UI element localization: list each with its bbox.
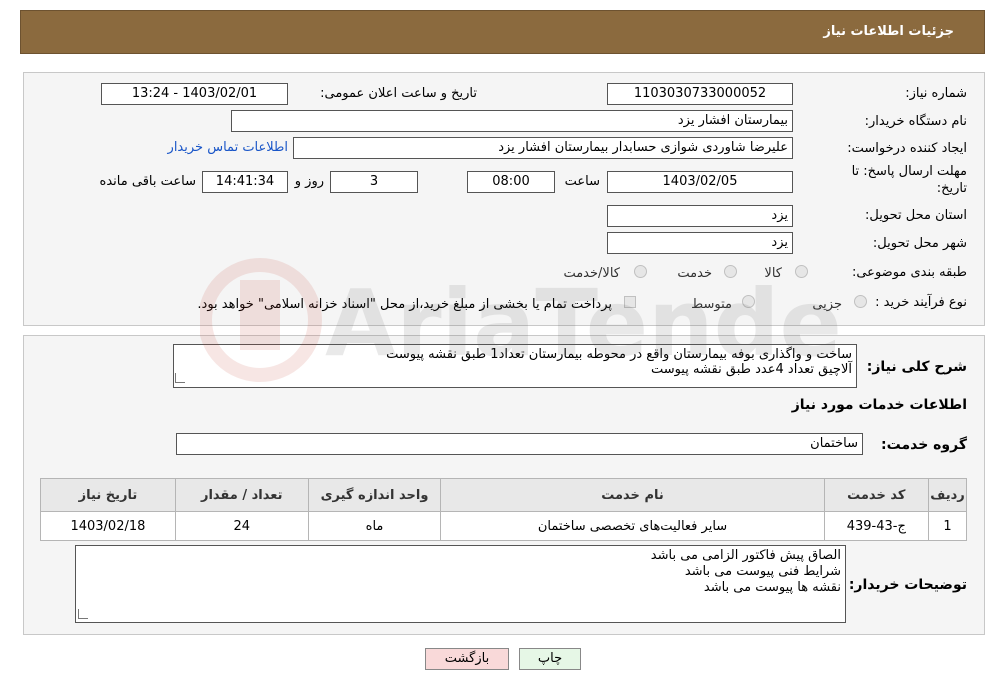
cell-service-code: ج-43-439 — [823, 511, 929, 541]
province-label: استان محل تحویل: — [865, 208, 967, 223]
table-row: 1 ج-43-439 سایر فعالیت‌های تخصصی ساختمان… — [40, 511, 968, 541]
process-radio-medium[interactable] — [742, 295, 755, 308]
announce-date-label: تاریخ و ساعت اعلان عمومی: — [320, 86, 477, 101]
print-button[interactable]: چاپ — [519, 648, 581, 670]
deadline-time-label: ساعت — [564, 174, 600, 189]
category-radio-service[interactable] — [724, 265, 737, 278]
city-field[interactable]: یزد — [607, 232, 793, 254]
category-option-goods-service: کالا/خدمت — [563, 266, 620, 281]
col-quantity: تعداد / مقدار — [174, 478, 309, 512]
category-radio-goods[interactable] — [795, 265, 808, 278]
services-section-title: اطلاعات خدمات مورد نیاز — [791, 397, 967, 413]
page-title: جزئیات اطلاعات نیاز — [823, 24, 954, 39]
description-label: شرح کلی نیاز: — [866, 359, 967, 375]
city-label: شهر محل تحویل: — [872, 236, 967, 251]
service-group-field[interactable]: ساختمان — [176, 433, 863, 455]
services-table-header: ردیف کد خدمت نام خدمت واحد اندازه گیری ت… — [40, 478, 968, 512]
col-need-date: تاریخ نیاز — [40, 478, 176, 512]
cell-need-date: 1403/02/18 — [40, 511, 176, 541]
col-row-number: ردیف — [927, 478, 968, 512]
remaining-time-field[interactable]: 14:41:34 — [202, 171, 288, 193]
remaining-time-label: ساعت باقی مانده — [99, 174, 196, 189]
page-header: جزئیات اطلاعات نیاز — [20, 10, 985, 54]
col-service-code: کد خدمت — [823, 478, 929, 512]
category-radio-goods-service[interactable] — [634, 265, 647, 278]
need-number-label: شماره نیاز: — [905, 86, 967, 101]
cell-unit: ماه — [307, 511, 442, 541]
category-option-goods: کالا — [764, 266, 782, 281]
col-unit: واحد اندازه گیری — [307, 478, 442, 512]
treasury-payment-checkbox[interactable] — [624, 296, 636, 308]
need-number-field[interactable]: 1103030733000052 — [607, 83, 793, 105]
days-field[interactable]: 3 — [330, 171, 418, 193]
process-radio-minor[interactable] — [854, 295, 867, 308]
description-resize-handle[interactable] — [175, 373, 185, 383]
province-field[interactable]: یزد — [607, 205, 793, 227]
days-label: روز و — [294, 174, 324, 189]
cell-row-number: 1 — [927, 511, 968, 541]
deadline-date-field[interactable]: 1403/02/05 — [607, 171, 793, 193]
description-line-2: آلاچیق تعداد 4عدد طبق نقشه پیوست — [650, 362, 852, 377]
cell-service-name: سایر فعالیت‌های تخصصی ساختمان — [440, 511, 825, 541]
process-type-label: نوع فرآیند خرید : — [875, 295, 967, 310]
back-button[interactable]: بازگشت — [425, 648, 509, 670]
buyer-notes-line-3: نقشه ها پیوست می باشد — [703, 580, 841, 595]
buyer-org-label: نام دستگاه خریدار: — [864, 114, 967, 129]
process-option-minor: جزیی — [812, 297, 842, 312]
creator-label: ایجاد کننده درخواست: — [847, 141, 967, 156]
announce-date-field[interactable]: 1403/02/01 - 13:24 — [101, 83, 288, 105]
buyer-notes-label: توضیحات خریدار: — [848, 577, 967, 593]
description-line-1: ساخت و واگذاری بوفه بیمارستان واقع در مح… — [386, 347, 852, 362]
treasury-payment-note: پرداخت تمام یا بخشی از مبلغ خرید،از محل … — [197, 297, 612, 312]
creator-field[interactable]: علیرضا شاوردی شوازی حسابدار بیمارستان اف… — [293, 137, 793, 159]
service-group-label: گروه خدمت: — [881, 437, 967, 453]
buyer-contact-link[interactable]: اطلاعات تماس خریدار — [168, 140, 288, 155]
buyer-notes-line-1: الصاق پیش فاکتور الزامی می باشد — [650, 548, 841, 563]
buyer-org-field[interactable]: بیمارستان افشار یزد — [231, 110, 793, 132]
buyer-notes-resize-handle[interactable] — [78, 609, 88, 619]
buyer-notes-line-2: شرایط فنی پیوست می باشد — [684, 564, 841, 579]
cell-quantity: 24 — [174, 511, 309, 541]
category-option-service: خدمت — [677, 266, 712, 281]
buyer-notes-textarea[interactable]: الصاق پیش فاکتور الزامی می باشد شرایط فن… — [75, 545, 846, 623]
col-service-name: نام خدمت — [440, 478, 825, 512]
services-table: ردیف کد خدمت نام خدمت واحد اندازه گیری ت… — [40, 478, 968, 541]
category-label: طبقه بندی موضوعی: — [851, 265, 967, 280]
deadline-time-field[interactable]: 08:00 — [467, 171, 555, 193]
description-textarea[interactable]: ساخت و واگذاری بوفه بیمارستان واقع در مح… — [173, 344, 857, 388]
process-option-medium: متوسط — [691, 297, 732, 312]
deadline-label: مهلت ارسال پاسخ: تا تاریخ: — [851, 164, 967, 196]
